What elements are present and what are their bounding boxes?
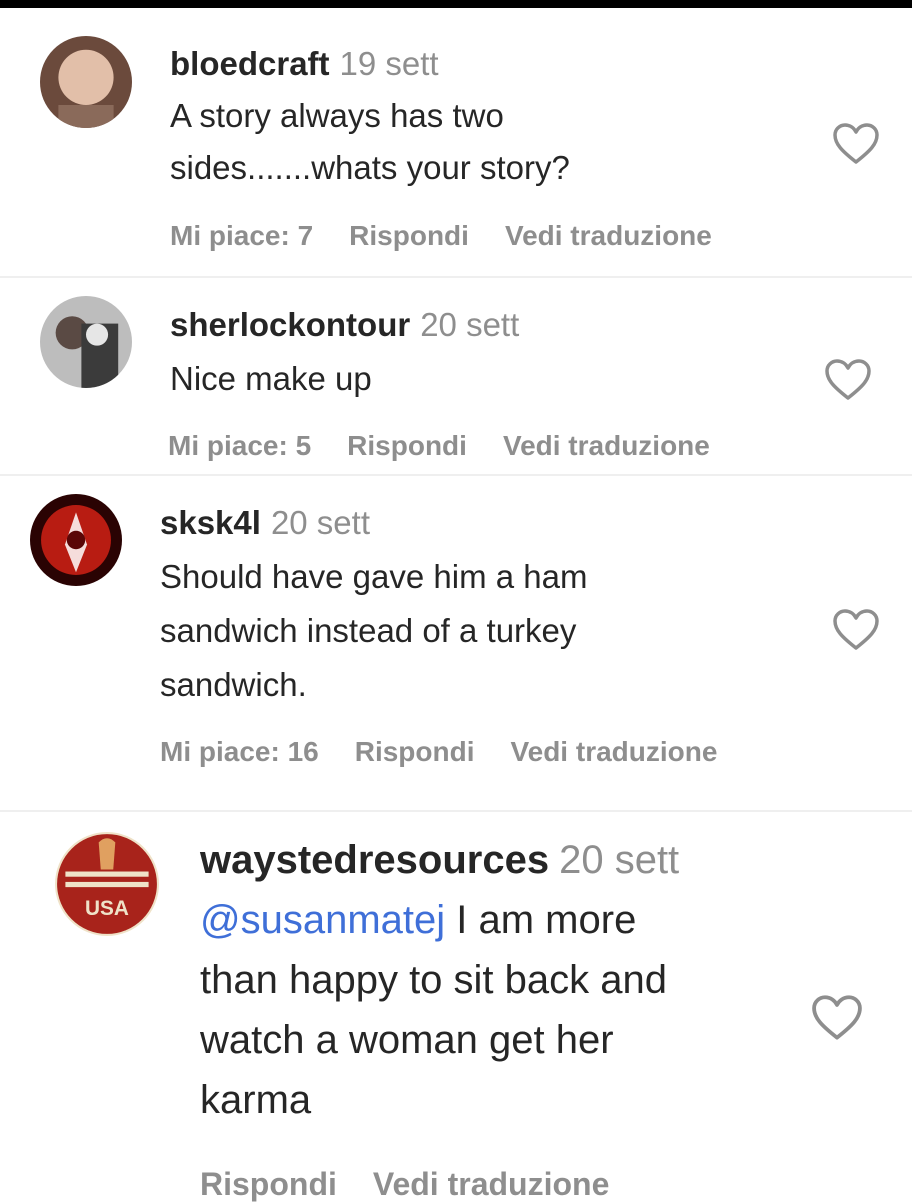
likes-count[interactable]: Mi piace: 7 <box>170 220 313 251</box>
avatar[interactable] <box>40 36 132 128</box>
comment-body: sksk4l 20 sett Should have gave him a ham… <box>160 496 780 712</box>
translate-button[interactable]: Vedi traduzione <box>503 430 710 461</box>
comment-username[interactable]: sksk4l <box>160 504 261 541</box>
divider <box>0 474 912 476</box>
comment-text: A story always has two sides.......whats… <box>170 97 570 186</box>
likes-count[interactable]: Mi piace: 5 <box>168 430 311 461</box>
divider <box>0 276 912 278</box>
heart-outline-icon[interactable] <box>810 994 864 1042</box>
heart-outline-icon[interactable] <box>832 122 880 166</box>
comment-actions: Mi piace: 16 Rispondi Vedi traduzione <box>160 736 753 768</box>
comment-time[interactable]: 20 sett <box>559 838 679 882</box>
comment-username[interactable]: bloedcraft <box>170 45 330 82</box>
comment-actions: Mi piace: 5 Rispondi Vedi traduzione <box>168 430 746 462</box>
comment-actions: Rispondi Vedi traduzione <box>200 1166 645 1203</box>
avatar-logo: USA <box>55 832 159 936</box>
comment-text: Should have gave him a ham sandwich inst… <box>160 558 588 703</box>
mention-link[interactable]: @susanmatej <box>200 898 445 942</box>
avatar[interactable]: USA <box>55 832 159 936</box>
comment-time[interactable]: 20 sett <box>420 306 519 343</box>
divider <box>0 810 912 812</box>
comment-body: bloedcraft 19 sett A story always has two… <box>170 38 770 194</box>
avatar-photo <box>40 36 132 128</box>
reply-button[interactable]: Rispondi <box>200 1166 337 1202</box>
comment-username[interactable]: sherlockontour <box>170 306 410 343</box>
reply-button[interactable]: Rispondi <box>347 430 467 461</box>
avatar-label: USA <box>85 897 129 920</box>
comment-text: @susanmatej I am more than happy to sit … <box>200 890 780 1130</box>
reply-button[interactable]: Rispondi <box>355 736 475 767</box>
translate-button[interactable]: Vedi traduzione <box>373 1166 609 1202</box>
comment-username[interactable]: waystedresources <box>200 838 549 882</box>
comment-time[interactable]: 19 sett <box>340 45 439 82</box>
reply-button[interactable]: Rispondi <box>349 220 469 251</box>
comment-body: sherlockontour 20 sett Nice make up <box>170 298 770 406</box>
comment-actions: Mi piace: 7 Rispondi Vedi traduzione <box>170 220 748 252</box>
comment-time[interactable]: 20 sett <box>271 504 370 541</box>
avatar-photo <box>30 494 122 586</box>
heart-outline-icon[interactable] <box>832 608 880 652</box>
comment-text: Nice make up <box>170 360 372 397</box>
avatar-photo <box>40 296 132 388</box>
translate-button[interactable]: Vedi traduzione <box>511 736 718 767</box>
heart-outline-icon[interactable] <box>824 358 872 402</box>
avatar[interactable] <box>40 296 132 388</box>
likes-count[interactable]: Mi piace: 16 <box>160 736 319 767</box>
avatar[interactable] <box>30 494 122 586</box>
status-bar-edge <box>0 0 912 8</box>
translate-button[interactable]: Vedi traduzione <box>505 220 712 251</box>
comment-body: waystedresources 20 sett @susanmatej I am… <box>200 830 780 1130</box>
